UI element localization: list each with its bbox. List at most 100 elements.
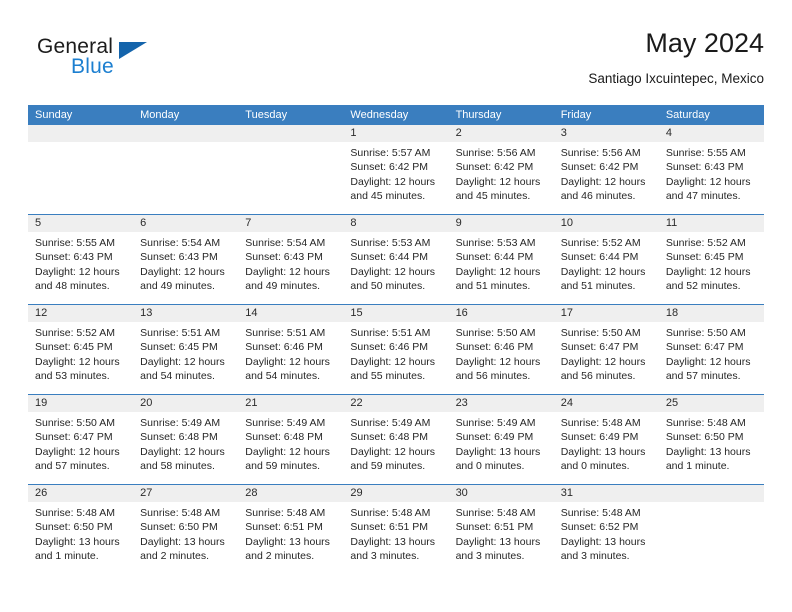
day-cell[interactable]: 22 Sunrise: 5:49 AM Sunset: 6:48 PM Dayligh… bbox=[343, 395, 449, 484]
day-number: 20 bbox=[133, 395, 239, 412]
day-cell[interactable]: 20 Sunrise: 5:49 AM Sunset: 6:48 PM Dayligh… bbox=[133, 395, 239, 484]
weekday-header-monday: Monday bbox=[140, 109, 180, 121]
day-number: 31 bbox=[553, 485, 659, 502]
day-detail-line: and 2 minutes. bbox=[245, 550, 315, 563]
day-cell[interactable]: 13 Sunrise: 5:51 AM Sunset: 6:45 PM Dayligh… bbox=[133, 305, 239, 394]
day-detail-line: Sunset: 6:48 PM bbox=[245, 431, 323, 444]
day-detail-line: Sunset: 6:47 PM bbox=[560, 341, 639, 354]
day-cell[interactable]: 11 Sunrise: 5:52 AM Sunset: 6:45 PM Dayligh… bbox=[658, 215, 764, 304]
day-cell[interactable]: 28 Sunrise: 5:48 AM Sunset: 6:51 PM Dayligh… bbox=[238, 485, 344, 574]
day-number: 8 bbox=[343, 215, 449, 232]
day-detail-line: Daylight: 12 hours bbox=[455, 355, 541, 368]
day-details: Sunrise: 5:53 AM Sunset: 6:44 PM Daylight:… bbox=[343, 232, 448, 294]
day-detail-line: and 53 minutes. bbox=[35, 370, 110, 383]
day-cell[interactable]: 2 Sunrise: 5:56 AM Sunset: 6:42 PM Daylight… bbox=[448, 125, 554, 214]
day-cell[interactable]: 19 Sunrise: 5:50 AM Sunset: 6:47 PM Dayligh… bbox=[28, 395, 134, 484]
day-detail-line: Daylight: 13 hours bbox=[140, 535, 225, 548]
day-cell[interactable]: 29 Sunrise: 5:48 AM Sunset: 6:51 PM Dayligh… bbox=[343, 485, 449, 574]
day-cell[interactable]: 15 Sunrise: 5:51 AM Sunset: 6:46 PM Dayligh… bbox=[343, 305, 449, 394]
day-details: Sunrise: 5:49 AM Sunset: 6:49 PM Daylight:… bbox=[449, 412, 554, 474]
day-cell[interactable]: 7 Sunrise: 5:54 AM Sunset: 6:43 PM Daylight… bbox=[238, 215, 344, 304]
day-detail-line: Daylight: 12 hours bbox=[245, 265, 330, 278]
day-details: Sunrise: 5:54 AM Sunset: 6:43 PM Daylight:… bbox=[238, 232, 343, 294]
day-cell[interactable]: 14 Sunrise: 5:51 AM Sunset: 6:46 PM Dayligh… bbox=[238, 305, 344, 394]
day-detail-line: and 50 minutes. bbox=[350, 280, 426, 293]
day-cell[interactable]: 3 Sunrise: 5:56 AM Sunset: 6:42 PM Daylight… bbox=[553, 125, 659, 214]
day-cell[interactable]: 9 Sunrise: 5:53 AM Sunset: 6:44 PM Daylight… bbox=[448, 215, 554, 304]
day-details: Sunrise: 5:49 AM Sunset: 6:48 PM Daylight:… bbox=[238, 412, 343, 474]
day-cell[interactable]: 16 Sunrise: 5:50 AM Sunset: 6:46 PM Dayligh… bbox=[448, 305, 554, 394]
day-detail-line: Daylight: 12 hours bbox=[350, 175, 436, 188]
day-detail-line: Sunset: 6:51 PM bbox=[350, 521, 429, 534]
day-cell[interactable]: 21 Sunrise: 5:49 AM Sunset: 6:48 PM Dayligh… bbox=[238, 395, 344, 484]
day-detail-line: Sunrise: 5:48 AM bbox=[245, 507, 326, 519]
day-detail-line: Sunset: 6:48 PM bbox=[350, 431, 429, 444]
day-number: 27 bbox=[133, 485, 239, 502]
day-cell-empty bbox=[133, 125, 239, 214]
day-details: Sunrise: 5:55 AM Sunset: 6:43 PM Daylight:… bbox=[659, 142, 764, 204]
weekday-header-saturday: Saturday bbox=[665, 109, 710, 121]
day-detail-line: Sunrise: 5:55 AM bbox=[35, 237, 115, 249]
day-cell[interactable]: 12 Sunrise: 5:52 AM Sunset: 6:45 PM Dayligh… bbox=[28, 305, 134, 394]
day-detail-line: and 52 minutes. bbox=[665, 280, 741, 293]
day-number bbox=[28, 125, 134, 142]
day-details bbox=[133, 142, 238, 146]
day-details: Sunrise: 5:50 AM Sunset: 6:47 PM Daylight:… bbox=[659, 322, 764, 384]
day-detail-line: and 59 minutes. bbox=[350, 460, 426, 473]
day-detail-line: Sunset: 6:43 PM bbox=[245, 251, 323, 264]
day-detail-line: Sunrise: 5:53 AM bbox=[350, 237, 431, 249]
day-detail-line: Sunrise: 5:50 AM bbox=[560, 327, 641, 339]
weekday-header-friday: Friday bbox=[560, 109, 592, 121]
day-detail-line: and 49 minutes. bbox=[140, 280, 215, 293]
day-cell[interactable]: 24 Sunrise: 5:48 AM Sunset: 6:49 PM Dayligh… bbox=[553, 395, 659, 484]
day-detail-line: Sunset: 6:51 PM bbox=[455, 521, 534, 534]
day-cell[interactable]: 17 Sunrise: 5:50 AM Sunset: 6:47 PM Dayligh… bbox=[553, 305, 659, 394]
page-header: General Blue May 2024 Santiago Ixcuintep… bbox=[28, 26, 764, 98]
day-cell[interactable]: 25 Sunrise: 5:48 AM Sunset: 6:50 PM Dayligh… bbox=[658, 395, 764, 484]
day-detail-line: Sunrise: 5:48 AM bbox=[35, 507, 115, 519]
day-detail-line: Sunrise: 5:51 AM bbox=[140, 327, 221, 339]
day-detail-line: Sunrise: 5:50 AM bbox=[455, 327, 536, 339]
day-detail-line: and 56 minutes. bbox=[455, 370, 531, 383]
day-cell[interactable]: 6 Sunrise: 5:54 AM Sunset: 6:43 PM Daylight… bbox=[133, 215, 239, 304]
day-cell[interactable]: 27 Sunrise: 5:48 AM Sunset: 6:50 PM Dayligh… bbox=[133, 485, 239, 574]
title-block: May 2024 Santiago Ixcuintepec, Mexico bbox=[588, 26, 764, 87]
day-number bbox=[238, 125, 344, 142]
day-detail-line: Daylight: 13 hours bbox=[455, 445, 541, 458]
calendar-week-row: 26 Sunrise: 5:48 AM Sunset: 6:50 PM Dayligh… bbox=[28, 484, 764, 574]
day-cell[interactable]: 30 Sunrise: 5:48 AM Sunset: 6:51 PM Dayligh… bbox=[448, 485, 554, 574]
day-detail-line: Daylight: 13 hours bbox=[560, 445, 646, 458]
day-cell[interactable]: 26 Sunrise: 5:48 AM Sunset: 6:50 PM Dayligh… bbox=[28, 485, 134, 574]
day-cell[interactable]: 23 Sunrise: 5:49 AM Sunset: 6:49 PM Dayligh… bbox=[448, 395, 554, 484]
weekday-header-thursday: Thursday bbox=[455, 109, 502, 121]
day-cell[interactable]: 10 Sunrise: 5:52 AM Sunset: 6:44 PM Dayligh… bbox=[553, 215, 659, 304]
day-number bbox=[658, 485, 764, 502]
day-detail-line: and 45 minutes. bbox=[350, 190, 426, 203]
day-number: 11 bbox=[658, 215, 764, 232]
day-detail-line: and 57 minutes. bbox=[35, 460, 110, 473]
day-detail-line: Sunrise: 5:55 AM bbox=[665, 147, 746, 159]
day-cell[interactable]: 5 Sunrise: 5:55 AM Sunset: 6:43 PM Daylight… bbox=[28, 215, 134, 304]
day-number: 12 bbox=[28, 305, 134, 322]
day-detail-line: and 1 minute. bbox=[665, 460, 730, 473]
day-number: 1 bbox=[343, 125, 449, 142]
day-cell[interactable]: 4 Sunrise: 5:55 AM Sunset: 6:43 PM Daylight… bbox=[658, 125, 764, 214]
day-cell[interactable]: 18 Sunrise: 5:50 AM Sunset: 6:47 PM Dayligh… bbox=[658, 305, 764, 394]
day-detail-line: and 1 minute. bbox=[35, 550, 99, 563]
day-detail-line: Sunrise: 5:48 AM bbox=[665, 417, 746, 429]
day-cell[interactable]: 31 Sunrise: 5:48 AM Sunset: 6:52 PM Dayligh… bbox=[553, 485, 659, 574]
day-number: 25 bbox=[658, 395, 764, 412]
logo-text-blue: Blue bbox=[71, 55, 114, 78]
day-detail-line: Daylight: 12 hours bbox=[350, 355, 436, 368]
day-detail-line: Sunset: 6:45 PM bbox=[665, 251, 744, 264]
day-detail-line: Sunrise: 5:49 AM bbox=[245, 417, 326, 429]
day-detail-line: Daylight: 12 hours bbox=[455, 265, 541, 278]
day-detail-line: and 54 minutes. bbox=[245, 370, 320, 383]
general-blue-logo[interactable]: General Blue bbox=[37, 35, 187, 91]
day-number: 29 bbox=[343, 485, 449, 502]
day-detail-line: and 51 minutes. bbox=[455, 280, 531, 293]
day-number: 17 bbox=[553, 305, 659, 322]
day-details: Sunrise: 5:51 AM Sunset: 6:45 PM Daylight:… bbox=[133, 322, 238, 384]
day-cell[interactable]: 8 Sunrise: 5:53 AM Sunset: 6:44 PM Daylight… bbox=[343, 215, 449, 304]
day-cell[interactable]: 1 Sunrise: 5:57 AM Sunset: 6:42 PM Daylight… bbox=[343, 125, 449, 214]
